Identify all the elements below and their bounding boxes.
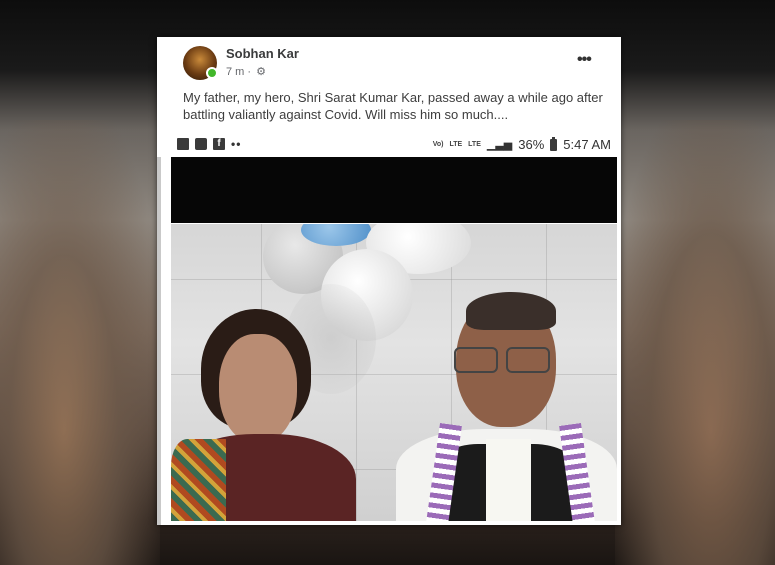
gallery-icon: [177, 138, 189, 150]
message-icon: [195, 138, 207, 150]
man-hair: [466, 292, 556, 330]
post-photo[interactable]: [171, 224, 617, 521]
signal-bars-icon: ▁▃▅: [486, 139, 513, 151]
lte-indicator-2: LTE: [468, 141, 481, 148]
avatar[interactable]: [183, 46, 218, 80]
phone-status-bar: f •• Vo) LTE LTE ▁▃▅ 36% 5:47 AM: [175, 133, 611, 157]
status-bar-right: Vo) LTE LTE ▁▃▅ 36% 5:47 AM: [432, 136, 611, 152]
facebook-icon: f: [213, 138, 225, 150]
online-status-dot: [206, 67, 218, 79]
status-bar-left: f ••: [177, 137, 241, 151]
man-shirt-front: [486, 439, 531, 521]
post-time[interactable]: 7 m: [226, 66, 244, 78]
glasses-left: [454, 347, 498, 373]
facebook-post-card: Sobhan Kar 7 m · ⚙ ••• My father, my her…: [157, 37, 621, 525]
post-caption: My father, my hero, Shri Sarat Kumar Kar…: [183, 90, 603, 122]
post-meta: 7 m · ⚙: [226, 65, 266, 78]
lte-indicator-1: LTE: [449, 141, 463, 148]
status-time: 5:47 AM: [563, 137, 611, 152]
privacy-gear-icon[interactable]: ⚙: [256, 66, 266, 78]
author-name[interactable]: Sobhan Kar: [226, 46, 299, 61]
battery-percent: 36%: [518, 137, 545, 152]
more-options-button[interactable]: •••: [577, 51, 592, 69]
more-notifications-icon: ••: [231, 137, 242, 151]
battery-icon: [550, 136, 558, 151]
glasses-right: [506, 347, 550, 373]
background-blur-right: [615, 120, 775, 565]
woman-shawl: [171, 439, 226, 521]
meta-separator: ·: [247, 66, 252, 78]
woman-face: [219, 334, 297, 444]
volte-indicator: Vo): [432, 141, 444, 148]
redacted-black-bar: [171, 157, 617, 223]
background-blur-left: [0, 120, 160, 565]
